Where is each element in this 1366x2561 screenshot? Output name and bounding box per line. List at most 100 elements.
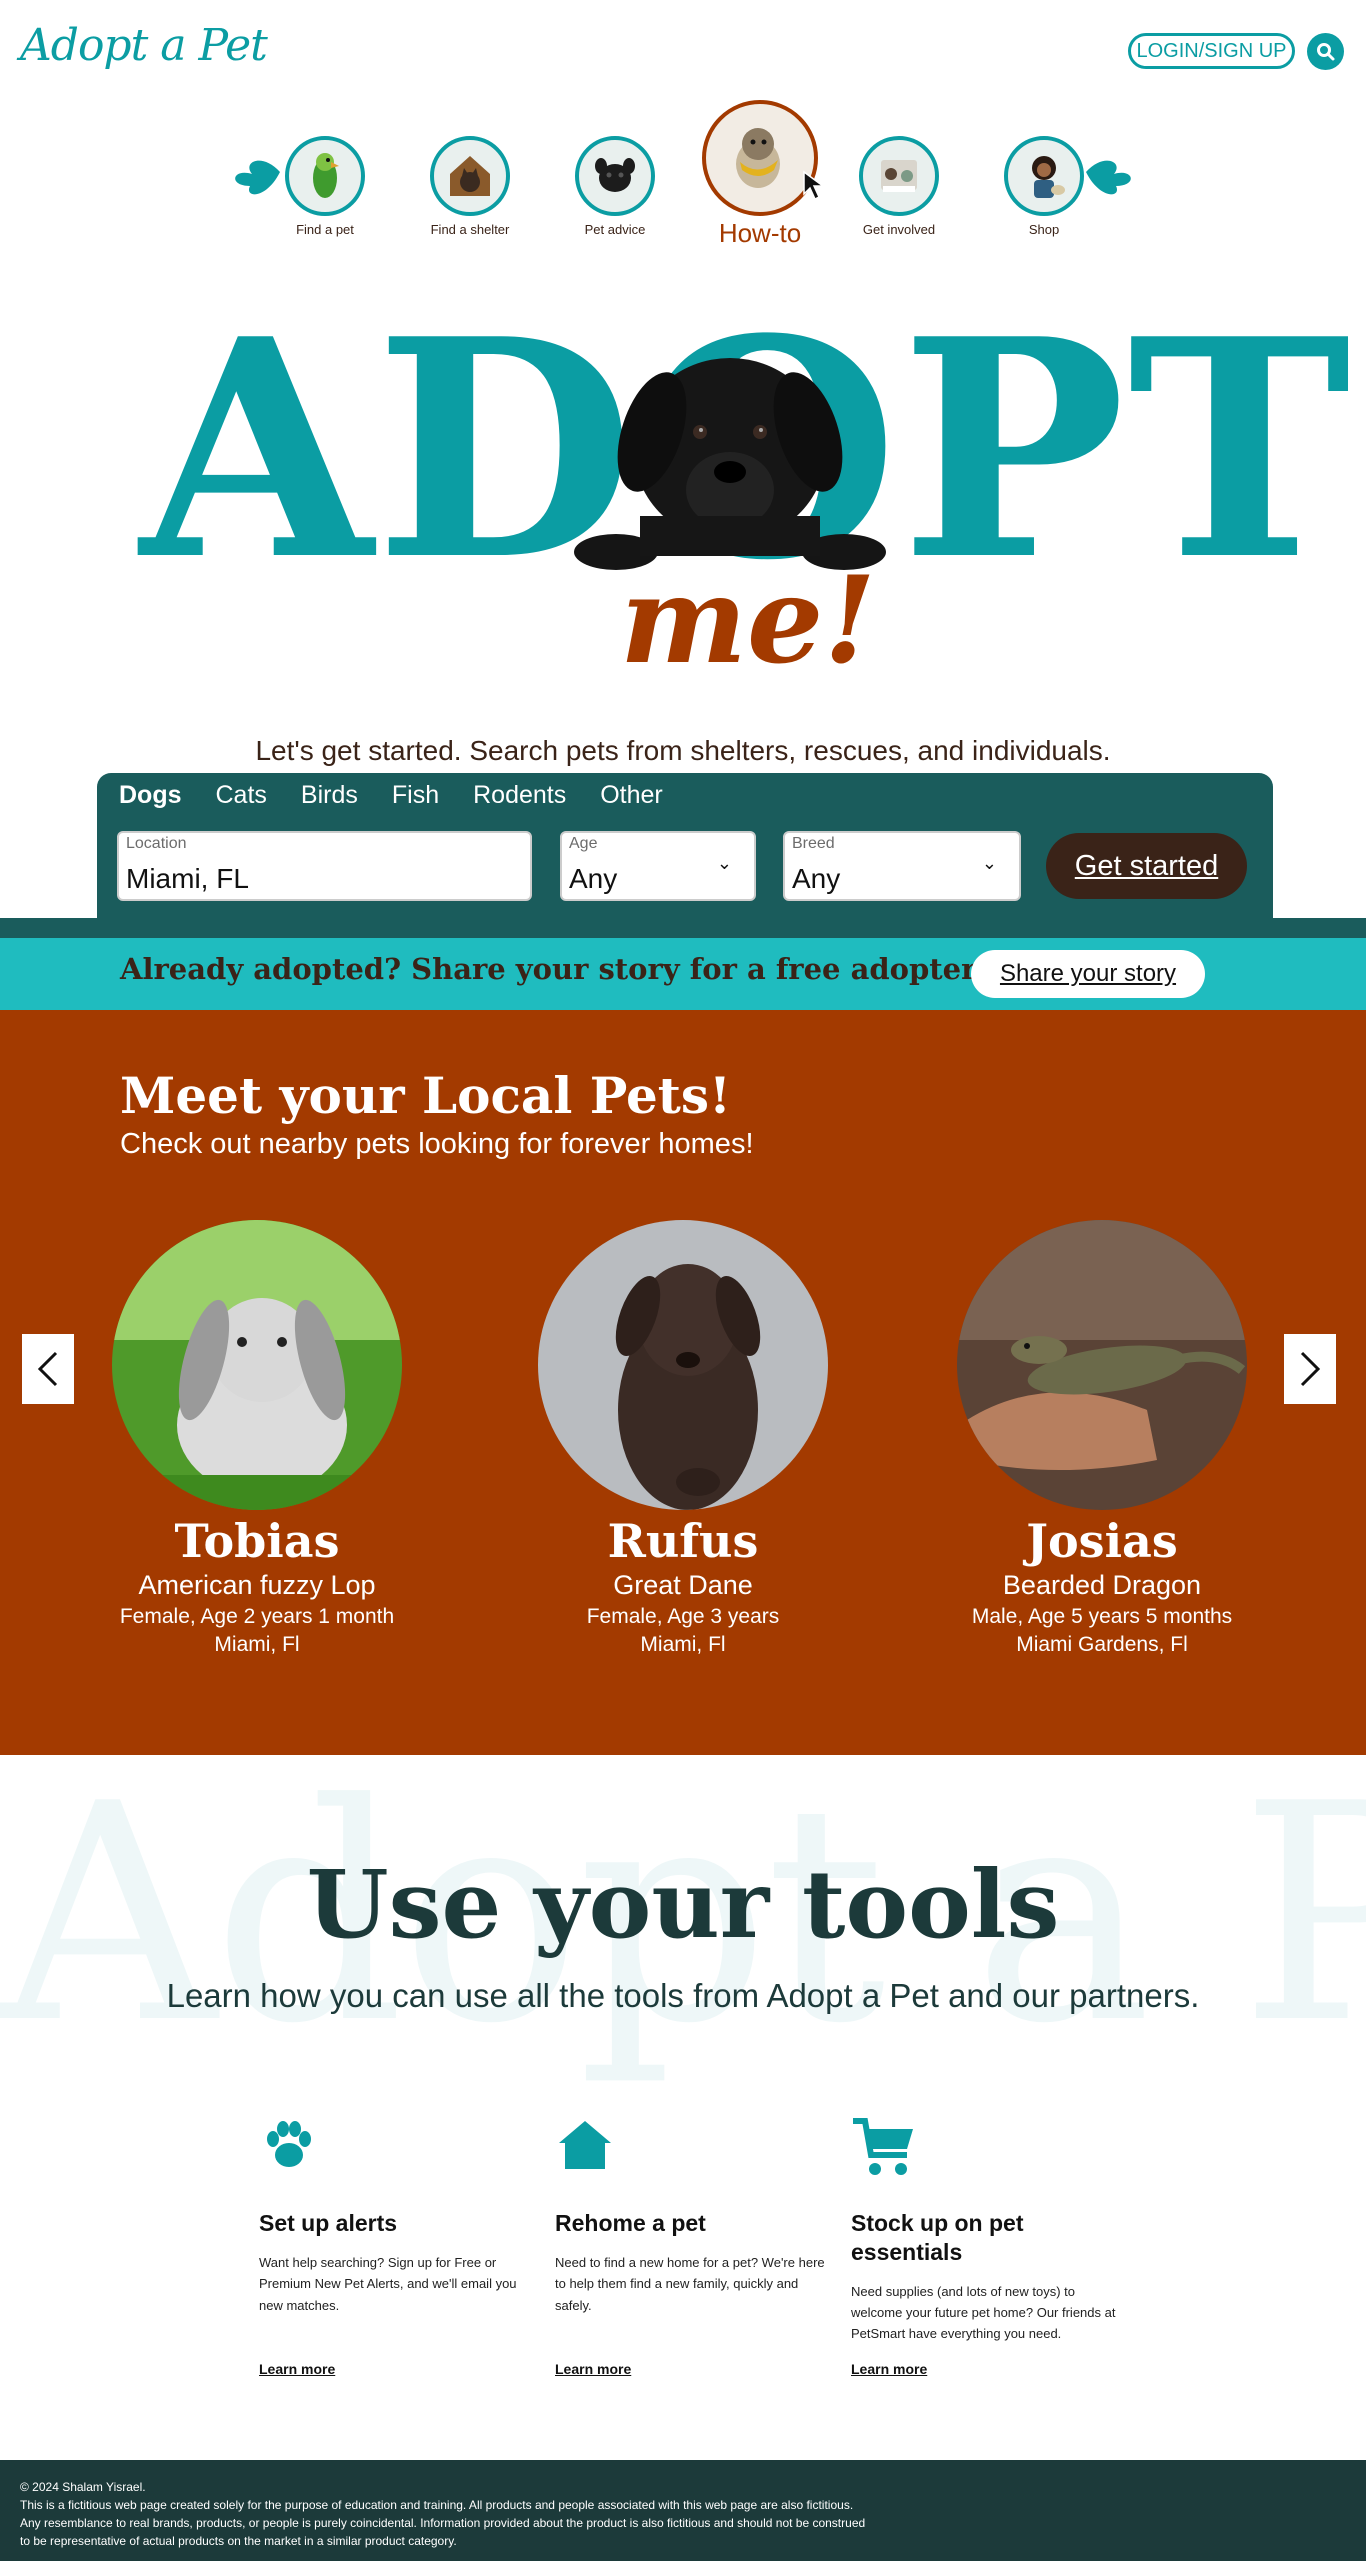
tab-rodents[interactable]: Rodents <box>473 781 566 810</box>
pet-details: Male, Age 5 years 5 months <box>971 1605 1233 1628</box>
pet-name: Tobias <box>174 1514 340 1568</box>
learn-more-link[interactable]: Learn more <box>555 2361 631 2377</box>
pet-details: Female, Age 2 years 1 month <box>119 1605 395 1628</box>
tool-set-up-alerts: Set up alerts Want help searching? Sign … <box>259 2115 529 2316</box>
puppy-image <box>570 340 890 570</box>
search-icon <box>1316 42 1334 60</box>
pet-location: Miami, Fl <box>640 1633 726 1656</box>
age-value: Any <box>569 863 618 894</box>
get-started-button[interactable]: Get started <box>1046 833 1247 899</box>
pet-type-tabs: Dogs Cats Birds Fish Rodents Other <box>119 781 663 810</box>
tool-title: Set up alerts <box>259 2210 398 2236</box>
paw-icon <box>259 2115 529 2185</box>
nav-label: Get involved <box>862 222 936 237</box>
local-pets-section: Meet your Local Pets! Check out nearby p… <box>0 1010 1366 1755</box>
site-logo[interactable]: Adopt a Pet <box>20 20 268 71</box>
parrot-icon <box>285 136 365 216</box>
cart-icon <box>851 2115 1121 2185</box>
house-icon <box>555 2115 825 2185</box>
pet-card[interactable]: Rufus Great Dane Female, Age 3 years Mia… <box>493 1220 873 1657</box>
nav-label: Shop <box>1028 222 1060 237</box>
tool-description: Need supplies (and lots of new toys) to … <box>851 2283 1116 2342</box>
section-title: Use your tools <box>306 1850 1060 1960</box>
volunteer-icon <box>859 136 939 216</box>
nav-label: Find a pet <box>296 222 354 237</box>
tool-description: Need to find a new home for a pet? We're… <box>555 2254 825 2313</box>
share-story-button[interactable]: Share your story <box>971 950 1205 998</box>
tab-other[interactable]: Other <box>600 781 663 810</box>
tool-description: Want help searching? Sign up for Free or… <box>259 2254 517 2313</box>
dog-photo <box>538 1220 828 1510</box>
breed-select[interactable]: Breed Any ⌄ <box>783 831 1021 901</box>
tool-stock-up: Stock up on pet essentials Need supplies… <box>851 2115 1121 2345</box>
pet-card[interactable]: Josias Bearded Dragon Male, Age 5 years … <box>912 1220 1292 1657</box>
disclaimer-line: This is a fictitious web page created so… <box>20 2498 854 2512</box>
pet-name: Josias <box>1026 1514 1178 1568</box>
nav-find-a-shelter[interactable]: Find a shelter <box>420 136 520 237</box>
chevron-down-icon: ⌄ <box>716 853 732 873</box>
section-subtitle: Learn how you can use all the tools from… <box>166 1977 1200 2014</box>
nav-label: Find a shelter <box>430 222 510 237</box>
search-intro: Let's get started. Search pets from shel… <box>255 735 1111 766</box>
nav-shop[interactable]: Shop <box>994 136 1094 237</box>
chevron-right-icon <box>1300 1351 1321 1387</box>
nav-get-involved[interactable]: Get involved <box>849 136 949 237</box>
pet-breed: Bearded Dragon <box>1002 1570 1202 1600</box>
cat-icon <box>430 136 510 216</box>
nav-label: How-to <box>718 218 802 248</box>
pet-search-panel: Dogs Cats Birds Fish Rodents Other Locat… <box>97 773 1273 918</box>
nav-find-a-pet[interactable]: Find a pet <box>275 136 375 237</box>
rabbit-photo <box>112 1220 402 1510</box>
category-nav: Find a pet Find a shelter Pet advice How… <box>0 100 1366 250</box>
section-subtitle: Check out nearby pets looking for foreve… <box>120 1128 754 1160</box>
footer-disclaimer: © 2024 Shalam Yisrael. This is a fictiti… <box>20 2478 865 2550</box>
dog-with-scarf-icon <box>702 100 818 216</box>
hero-banner: ADOPT me! <box>0 300 1366 692</box>
learn-more-link[interactable]: Learn more <box>851 2361 927 2377</box>
share-banner-text: Already adopted? Share your story for a … <box>120 952 1042 986</box>
chevron-down-icon: ⌄ <box>981 853 997 873</box>
chevron-left-icon <box>37 1351 58 1387</box>
pet-name: Rufus <box>607 1514 759 1568</box>
pet-breed: Great Dane <box>613 1570 753 1600</box>
site-footer: © 2024 Shalam Yisrael. This is a fictiti… <box>0 2460 1366 2561</box>
tab-birds[interactable]: Birds <box>301 781 358 810</box>
learn-more-link[interactable]: Learn more <box>259 2361 335 2377</box>
nav-pet-advice[interactable]: Pet advice <box>565 136 665 237</box>
pet-location: Miami Gardens, Fl <box>1016 1633 1188 1656</box>
pug-icon <box>575 136 655 216</box>
site-header: Adopt a Pet LOGIN/SIGN UP <box>0 0 1366 100</box>
disclaimer-line: Any resemblance to real brands, products… <box>20 2516 866 2530</box>
share-story-banner: Already adopted? Share your story for a … <box>0 938 1366 1010</box>
location-field[interactable]: Location Miami, FL <box>117 831 532 901</box>
breed-label: Breed <box>792 835 835 852</box>
login-signup-button[interactable]: LOGIN/SIGN UP <box>1128 33 1295 69</box>
tab-cats[interactable]: Cats <box>216 781 267 810</box>
shopper-with-dog-icon <box>1004 136 1084 216</box>
lizard-photo <box>957 1220 1247 1510</box>
splash-right-icon <box>1084 142 1144 215</box>
tab-dogs[interactable]: Dogs <box>119 781 182 810</box>
tool-title: Stock up on pet essentials <box>851 2210 1024 2265</box>
tools-section: Adopt a Pet Use your tools Learn how you… <box>0 1755 1366 2460</box>
age-select[interactable]: Age Any ⌄ <box>560 831 756 901</box>
disclaimer-line: to be representative of actual products … <box>20 2534 457 2548</box>
nav-label: Pet advice <box>584 222 646 237</box>
cursor-icon <box>802 170 830 207</box>
tool-title: Rehome a pet <box>555 2210 706 2236</box>
age-label: Age <box>569 835 598 852</box>
copyright: © 2024 Shalam Yisrael. <box>20 2480 146 2494</box>
pet-details: Female, Age 3 years <box>586 1605 780 1628</box>
pet-card[interactable]: Tobias American fuzzy Lop Female, Age 2 … <box>67 1220 447 1657</box>
breed-value: Any <box>792 863 841 894</box>
pet-location: Miami, Fl <box>214 1633 300 1656</box>
pet-breed: American fuzzy Lop <box>138 1570 376 1600</box>
location-value: Miami, FL <box>126 863 249 894</box>
tool-rehome-a-pet: Rehome a pet Need to find a new home for… <box>555 2115 825 2316</box>
divider-strip <box>0 918 1366 938</box>
location-label: Location <box>126 835 187 852</box>
splash-left-icon <box>222 142 282 215</box>
section-title: Meet your Local Pets! <box>120 1066 731 1125</box>
search-button[interactable] <box>1307 33 1344 70</box>
tab-fish[interactable]: Fish <box>392 781 439 810</box>
